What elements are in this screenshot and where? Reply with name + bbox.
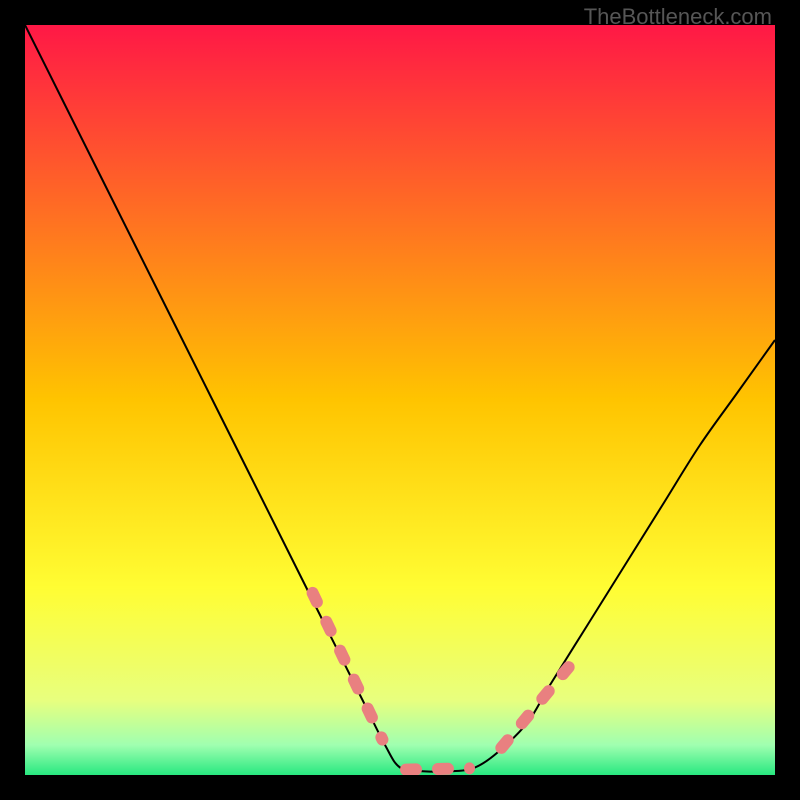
- plot-area: [25, 25, 775, 775]
- highlight-dash: [400, 763, 422, 775]
- chart-container: TheBottleneck.com: [0, 0, 800, 800]
- highlight-dash: [432, 763, 454, 775]
- gradient-background: [25, 25, 775, 775]
